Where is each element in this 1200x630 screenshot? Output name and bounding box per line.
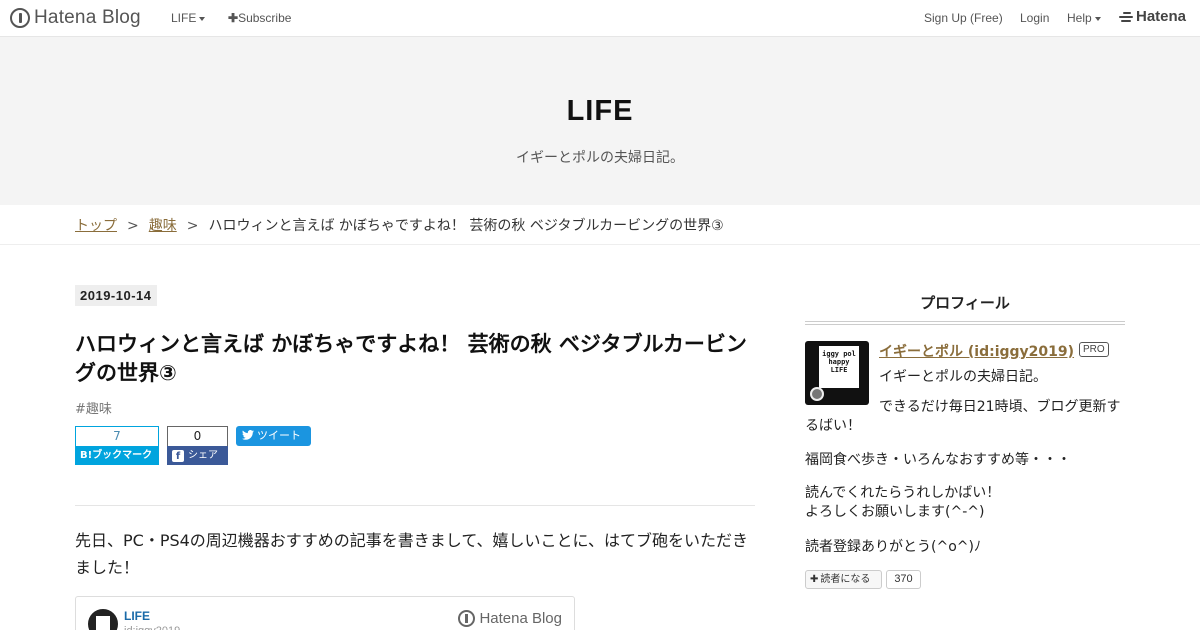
logo-text: Hatena Blog [34, 7, 141, 28]
breadcrumb-top-link[interactable]: トップ [75, 218, 117, 234]
twitter-bird-icon [242, 430, 254, 440]
hatena-blog-logo-icon [10, 8, 30, 28]
login-link[interactable]: Login [1020, 11, 1049, 25]
hatena-bookmark-button[interactable]: 7 B!ブックマーク [75, 426, 159, 465]
hatena-menu-icon [1119, 11, 1133, 23]
profile-avatar-text: iggy pol happy LIFE [819, 346, 859, 388]
breadcrumb-current: ハロウィンと言えば かぼちゃですよね！ 芸術の秋 ベジタブルカービングの世界③ [208, 218, 724, 234]
entry-body: 先日、PC・PS4の周辺機器おすすめの記事を書きまして、嬉しいことに、はてブ砲を… [75, 531, 749, 577]
plus-icon: ✚ [228, 11, 239, 25]
hatena-blog-logo[interactable]: Hatena Blog [10, 7, 141, 29]
embed-blog-name[interactable]: LIFE [124, 609, 150, 623]
profile-text-1: できるだけ毎日21時頃、ブログ更新するばい！ [805, 399, 1121, 434]
breadcrumb-divider [0, 244, 1200, 245]
hatena-b-icon: B! [80, 450, 93, 461]
entry-date[interactable]: 2019-10-14 [75, 285, 157, 306]
facebook-share-button[interactable]: 0 f シェア [167, 426, 228, 465]
entry-divider [75, 505, 755, 506]
breadcrumb-separator: > [127, 218, 139, 234]
help-menu[interactable]: Help [1067, 11, 1101, 25]
pro-badge[interactable]: PRO [1079, 342, 1109, 357]
help-menu-label: Help [1067, 11, 1092, 25]
hatena-blog-logo-icon [458, 610, 476, 627]
hatena-logo[interactable]: Hatena [1119, 8, 1186, 25]
breadcrumb: トップ > 趣味 > ハロウィンと言えば かぼちゃですよね！ 芸術の秋 ベジタブルカービ… [75, 215, 724, 235]
embed-avatar [88, 609, 118, 630]
life-menu[interactable]: LIFE [171, 11, 206, 25]
blog-embed-card[interactable]: LIFE id:iggy2019 Hatena Blog [75, 596, 575, 630]
entry-category-tag[interactable]: #趣味 [75, 398, 112, 417]
blog-header: LIFE イギーとポルの夫婦日記。 [0, 37, 1200, 205]
bookmark-count[interactable]: 7 [75, 426, 159, 446]
blog-title[interactable]: LIFE [0, 95, 1200, 128]
entry-title[interactable]: ハロウィンと言えば かぼちゃですよね！ 芸術の秋 ベジタブルカービングの世界③ [75, 330, 755, 388]
profile-avatar[interactable]: iggy pol happy LIFE [805, 341, 869, 405]
breadcrumb-separator: > [186, 218, 199, 234]
bookmark-label: B!ブックマーク [75, 446, 159, 465]
caret-down-icon [199, 16, 206, 21]
subscribe-label: Subscribe [238, 11, 292, 25]
facebook-label: f シェア [167, 446, 228, 465]
facebook-count: 0 [167, 426, 228, 446]
subscribe-button[interactable]: ✚Subscribe [228, 11, 291, 25]
life-menu-label: LIFE [171, 11, 197, 25]
blog-description: イギーとポルの夫婦日記。 [516, 150, 684, 166]
profile-text-3: 読んでくれたらうれしかばい！ よろしくお願いします(^-^) [805, 485, 1001, 520]
signup-link[interactable]: Sign Up (Free) [924, 11, 1003, 25]
global-header: Hatena Blog LIFE ✚Subscribe Sign Up (Fre… [0, 0, 1200, 37]
embed-hatena-blog-logo: Hatena Blog [458, 610, 562, 627]
embed-blog-id: id:iggy2019 [124, 625, 180, 630]
hatena-logo-text: Hatena [1136, 8, 1187, 25]
profile-module-title: プロフィール [920, 294, 1010, 312]
profile-description: イギーとポルの夫婦日記。 [879, 369, 1047, 385]
breadcrumb-category-link[interactable]: 趣味 [149, 218, 177, 234]
plus-icon: ✚ [810, 574, 819, 585]
caret-down-icon [1094, 16, 1101, 21]
profile-text-4: 読者登録ありがとう(^o^)ﾉ [805, 539, 981, 555]
reader-count: 370 [886, 570, 921, 589]
tweet-button[interactable]: ツイート [236, 426, 311, 446]
subscribe-reader-button[interactable]: ✚ 読者になる [805, 570, 882, 589]
profile-title-rule [805, 321, 1125, 325]
profile-name-link[interactable]: イギーとポル (id:iggy2019) [879, 341, 1074, 361]
profile-text-2: 福岡食べ歩き・いろんなおすすめ等・・・ [805, 452, 1071, 468]
facebook-icon: f [172, 450, 184, 462]
